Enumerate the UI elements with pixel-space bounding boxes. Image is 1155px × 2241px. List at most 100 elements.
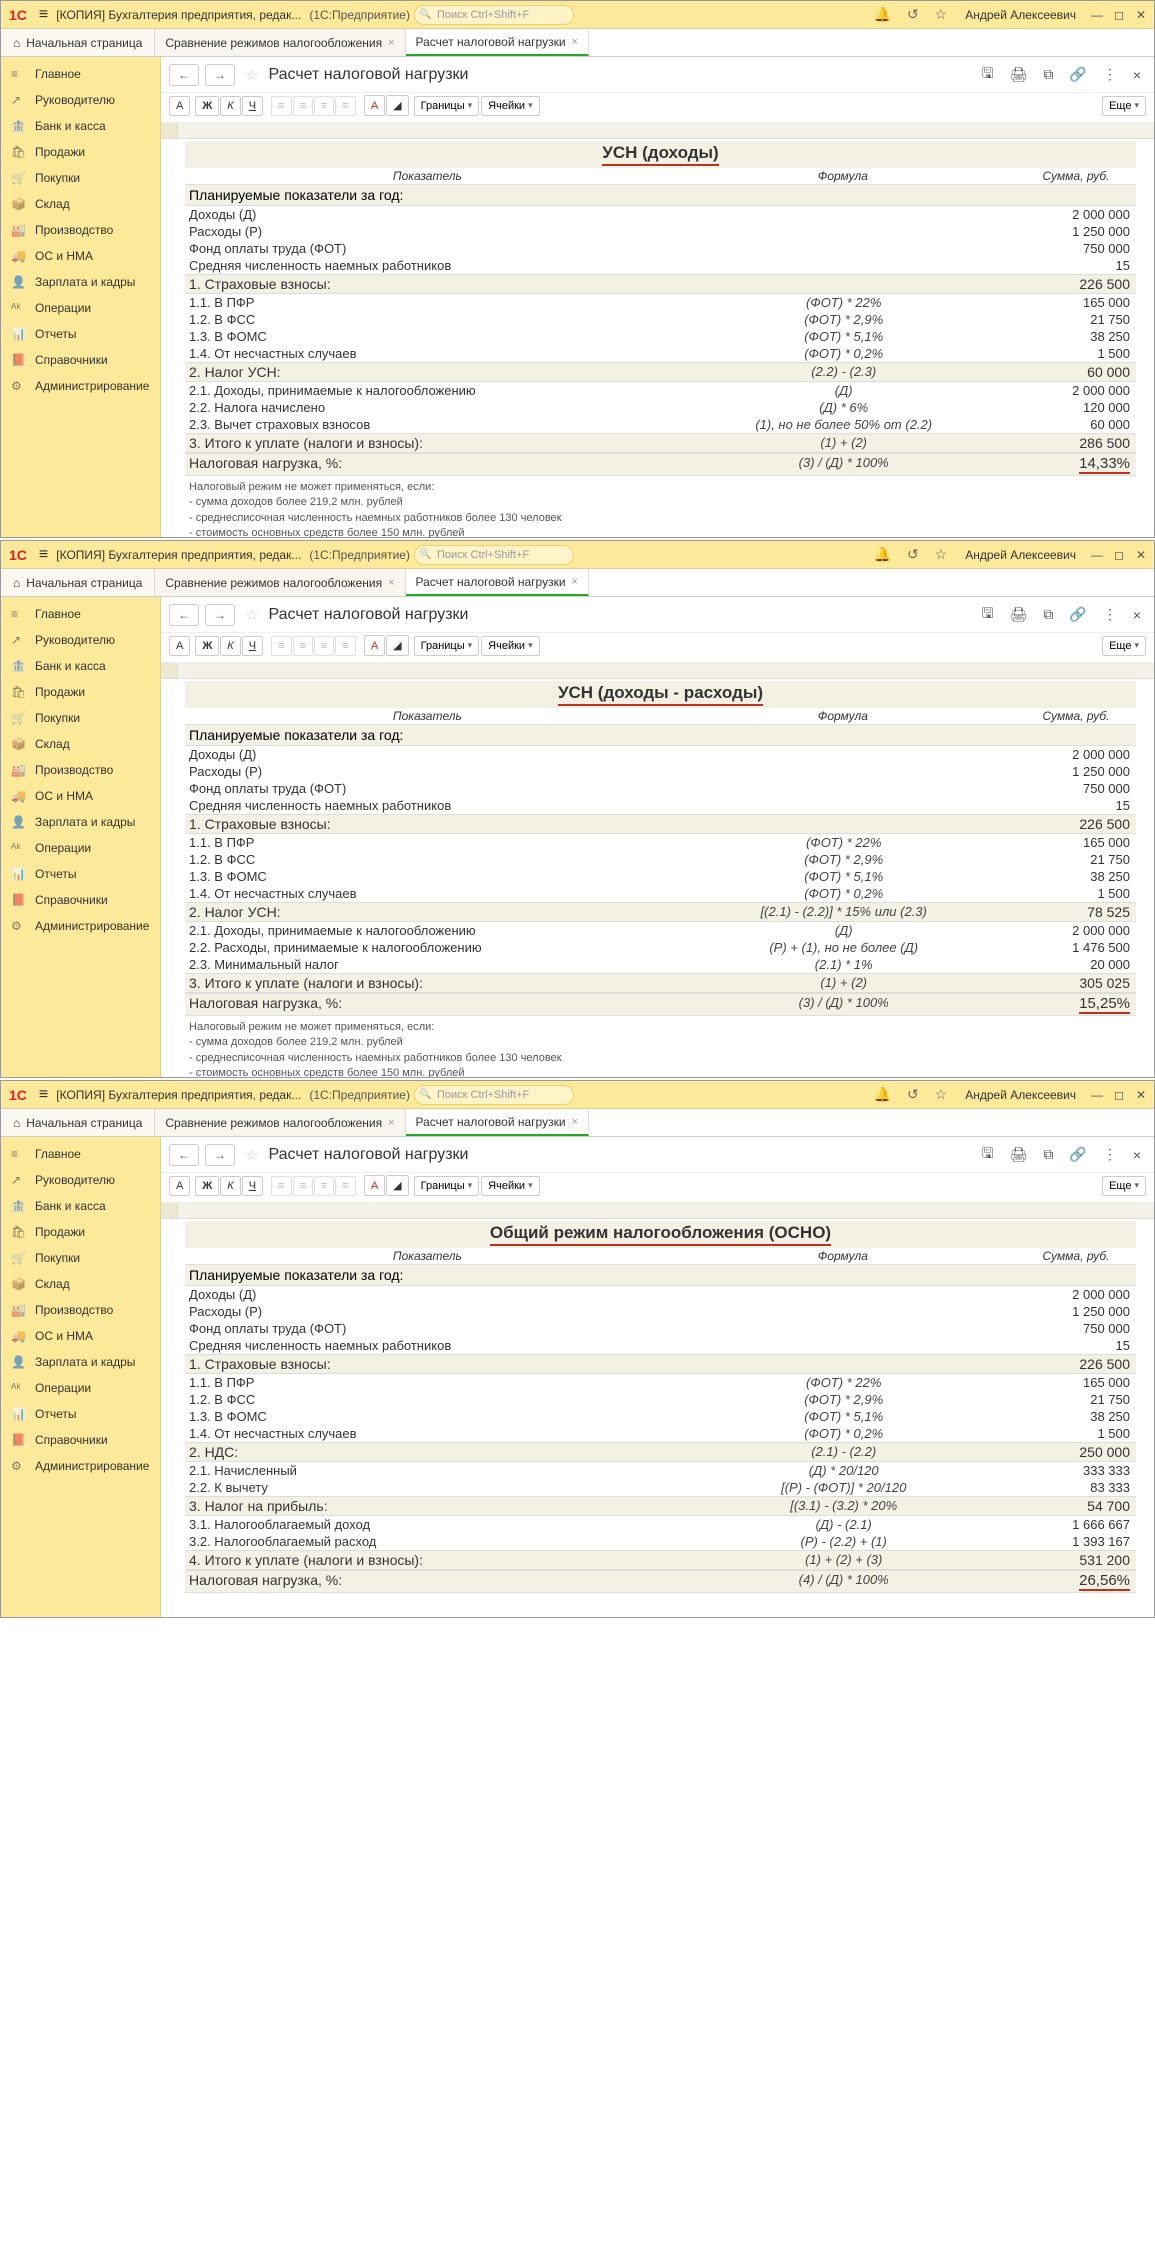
align-justify-button[interactable]: ≡	[335, 636, 355, 656]
minimize-button[interactable]: —	[1088, 548, 1106, 562]
sidebar-item[interactable]: 🚚ОС и НМА	[1, 243, 160, 269]
sidebar-item[interactable]: 📕Справочники	[1, 887, 160, 913]
font-color-button[interactable]: А	[364, 1175, 385, 1196]
print-icon[interactable]: 🖨	[1005, 1146, 1033, 1163]
user-name[interactable]: Андрей Алексеевич	[957, 1088, 1084, 1102]
tab-tax-calc[interactable]: Расчет налоговой нагрузки×	[406, 1109, 589, 1136]
align-center-button[interactable]: ≡	[293, 636, 313, 656]
print-icon[interactable]: 🖨	[1005, 66, 1033, 83]
back-button[interactable]: ←	[169, 1144, 199, 1166]
forward-button[interactable]: →	[205, 64, 235, 86]
close-panel-icon[interactable]: ×	[1128, 607, 1146, 623]
favorite-icon[interactable]: ☆	[241, 66, 262, 84]
sidebar-item[interactable]: 🏭Производство	[1, 1297, 160, 1323]
close-panel-icon[interactable]: ×	[1128, 1147, 1146, 1163]
align-center-button[interactable]: ≡	[293, 96, 313, 116]
borders-dropdown[interactable]: Границы	[414, 96, 480, 116]
font-button[interactable]: А	[169, 96, 190, 116]
font-color-button[interactable]: А	[364, 635, 385, 656]
copy-icon[interactable]: ⧉	[1038, 66, 1058, 83]
home-tab[interactable]: ⌂Начальная страница	[1, 569, 155, 596]
sidebar-item[interactable]: 📦Склад	[1, 1271, 160, 1297]
tab-compare-modes[interactable]: Сравнение режимов налогообложения×	[155, 569, 405, 596]
search-input[interactable]: Поиск Ctrl+Shift+F	[414, 5, 574, 25]
search-input[interactable]: Поиск Ctrl+Shift+F	[414, 545, 574, 565]
sidebar-item[interactable]: ↗Руководителю	[1, 1167, 160, 1193]
align-left-button[interactable]: ≡	[271, 1176, 291, 1196]
copy-icon[interactable]: ⧉	[1038, 1146, 1058, 1163]
bold-button[interactable]: Ж	[195, 636, 219, 656]
sidebar-item[interactable]: 🚚ОС и НМА	[1, 1323, 160, 1349]
sidebar-item[interactable]: 🛒Покупки	[1, 705, 160, 731]
sidebar-item[interactable]: 🏭Производство	[1, 757, 160, 783]
bold-button[interactable]: Ж	[195, 96, 219, 116]
bg-color-button[interactable]: ◢	[386, 635, 408, 656]
history-icon[interactable]: ↺	[901, 6, 925, 23]
borders-dropdown[interactable]: Границы	[414, 1176, 480, 1196]
align-left-button[interactable]: ≡	[271, 96, 291, 116]
spreadsheet[interactable]: Общий режим налогообложения (ОСНО) Показ…	[161, 1203, 1154, 1617]
sidebar-item[interactable]: ᴬᵏОперации	[1, 1375, 160, 1401]
sidebar-item[interactable]: ↗Руководителю	[1, 87, 160, 113]
font-button[interactable]: А	[169, 636, 190, 656]
more-icon[interactable]: ⋮	[1098, 606, 1122, 623]
sidebar-item[interactable]: 📕Справочники	[1, 1427, 160, 1453]
favorite-icon[interactable]: ☆	[241, 1146, 262, 1164]
tab-tax-calc[interactable]: Расчет налоговой нагрузки ×	[406, 29, 589, 56]
sidebar-item[interactable]: ⚙Администрирование	[1, 913, 160, 939]
align-right-button[interactable]: ≡	[314, 96, 334, 116]
close-button[interactable]: ✕	[1132, 1088, 1150, 1102]
close-icon[interactable]: ×	[388, 37, 394, 49]
tab-tax-calc[interactable]: Расчет налоговой нагрузки×	[406, 569, 589, 596]
sidebar-item[interactable]: 🚚ОС и НМА	[1, 783, 160, 809]
favorite-icon[interactable]: ☆	[241, 606, 262, 624]
bell-icon[interactable]: 🔔	[868, 546, 897, 563]
close-icon[interactable]: ×	[572, 576, 578, 588]
bell-icon[interactable]: 🔔	[868, 1086, 897, 1103]
bell-icon[interactable]: 🔔	[868, 6, 897, 23]
close-icon[interactable]: ×	[388, 1117, 394, 1129]
save-icon[interactable]: 🖫	[977, 1143, 999, 1167]
italic-button[interactable]: К	[220, 636, 240, 656]
spreadsheet[interactable]: УСН (доходы - расходы) ПоказательФормула…	[161, 663, 1154, 1077]
more-dropdown[interactable]: Еще	[1102, 636, 1146, 656]
close-panel-icon[interactable]: ×	[1128, 67, 1146, 83]
save-icon[interactable]: 🖫	[977, 63, 999, 87]
main-menu-icon[interactable]: ≡	[35, 546, 52, 564]
sidebar-item[interactable]: 📦Склад	[1, 191, 160, 217]
maximize-button[interactable]: ◻	[1110, 8, 1128, 22]
sidebar-item[interactable]: ᴬᵏОперации	[1, 835, 160, 861]
sidebar-item[interactable]: ⚙Администрирование	[1, 1453, 160, 1479]
font-color-button[interactable]: А	[364, 95, 385, 116]
star-icon[interactable]: ☆	[929, 6, 954, 23]
align-justify-button[interactable]: ≡	[335, 1176, 355, 1196]
font-button[interactable]: А	[169, 1176, 190, 1196]
sidebar-item[interactable]: ⚙Администрирование	[1, 373, 160, 399]
align-justify-button[interactable]: ≡	[335, 96, 355, 116]
more-dropdown[interactable]: Еще	[1102, 96, 1146, 116]
history-icon[interactable]: ↺	[901, 1086, 925, 1103]
more-icon[interactable]: ⋮	[1098, 1146, 1122, 1163]
sidebar-item[interactable]: ≡Главное	[1, 61, 160, 87]
minimize-button[interactable]: —	[1088, 8, 1106, 22]
underline-button[interactable]: Ч	[242, 1176, 263, 1196]
maximize-button[interactable]: ◻	[1110, 548, 1128, 562]
user-name[interactable]: Андрей Алексеевич	[957, 8, 1084, 22]
close-icon[interactable]: ×	[572, 36, 578, 48]
sidebar-item[interactable]: ≡Главное	[1, 601, 160, 627]
search-input[interactable]: Поиск Ctrl+Shift+F	[414, 1085, 574, 1105]
minimize-button[interactable]: —	[1088, 1088, 1106, 1102]
link-icon[interactable]: 🔗	[1064, 606, 1091, 623]
print-icon[interactable]: 🖨	[1005, 606, 1033, 623]
more-icon[interactable]: ⋮	[1098, 66, 1122, 83]
sidebar-item[interactable]: ᴬᵏОперации	[1, 295, 160, 321]
align-left-button[interactable]: ≡	[271, 636, 291, 656]
sidebar-item[interactable]: 🏦Банк и касса	[1, 653, 160, 679]
sidebar-item[interactable]: 📊Отчеты	[1, 861, 160, 887]
sidebar-item[interactable]: 👤Зарплата и кадры	[1, 1349, 160, 1375]
sidebar-item[interactable]: 📊Отчеты	[1, 321, 160, 347]
home-tab[interactable]: ⌂Начальная страница	[1, 1109, 155, 1136]
sidebar-item[interactable]: 🏦Банк и касса	[1, 113, 160, 139]
borders-dropdown[interactable]: Границы	[414, 636, 480, 656]
sidebar-item[interactable]: 📦Склад	[1, 731, 160, 757]
